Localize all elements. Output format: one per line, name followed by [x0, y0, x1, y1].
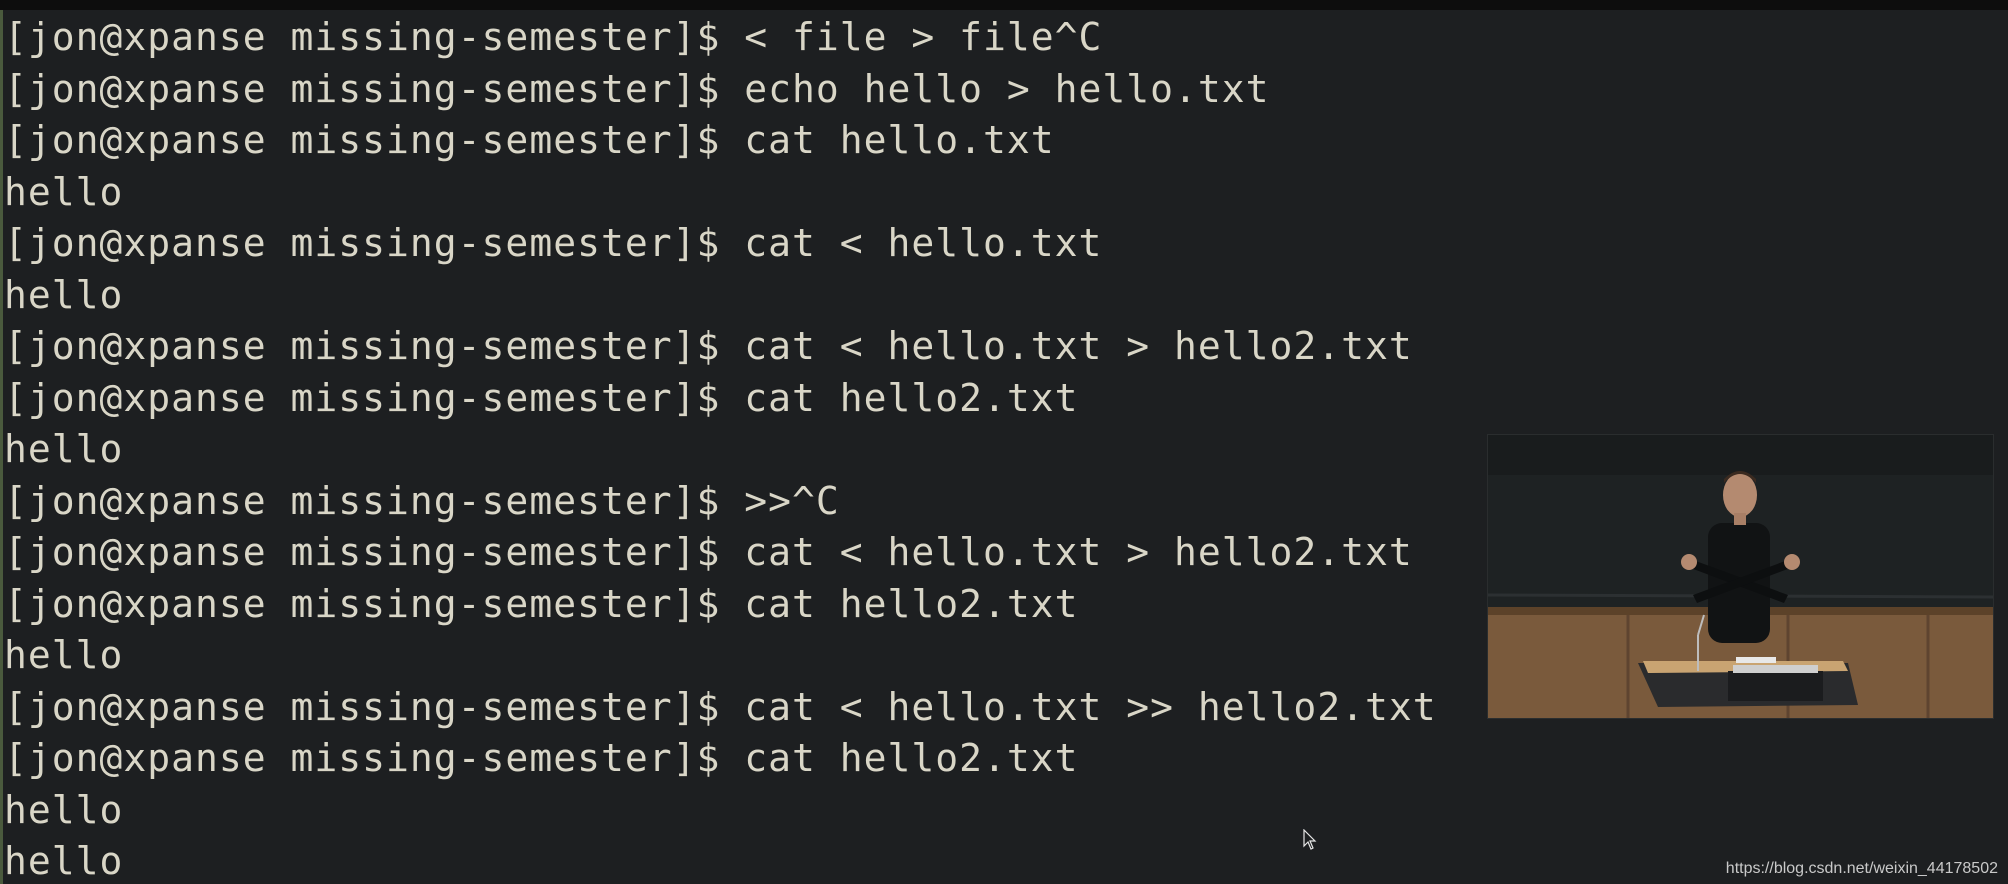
terminal-line: hello	[4, 272, 124, 317]
lecturer-video-overlay	[1487, 434, 1994, 719]
terminal-line: [jon@xpanse missing-semester]$ cat < hel…	[4, 324, 1413, 368]
terminal-line: [jon@xpanse missing-semester]$ cat < hel…	[4, 221, 1103, 265]
terminal-left-edge	[0, 10, 3, 884]
mouse-pointer-icon	[1303, 828, 1317, 855]
terminal-line: [jon@xpanse missing-semester]$ cat < hel…	[4, 684, 1437, 729]
lecture-hall-scene	[1488, 435, 1993, 718]
terminal-line: [jon@xpanse missing-semester]$ < file > …	[4, 15, 1103, 59]
terminal-line: hello	[4, 839, 124, 883]
source-watermark: https://blog.csdn.net/weixin_44178502	[1725, 860, 1998, 877]
terminal-line: hello	[4, 787, 124, 832]
window-top-bar	[0, 0, 2008, 10]
terminal-line: [jon@xpanse missing-semester]$ cat < hel…	[4, 530, 1413, 574]
terminal-line: hello	[4, 427, 124, 471]
terminal-line: hello	[4, 633, 124, 677]
terminal-line: [jon@xpanse missing-semester]$ echo hell…	[4, 66, 1270, 111]
terminal-line: [jon@xpanse missing-semester]$ cat hello…	[4, 118, 1055, 162]
terminal-line: [jon@xpanse missing-semester]$ cat hello…	[4, 581, 1079, 626]
terminal-line: hello	[4, 169, 124, 214]
terminal-line: [jon@xpanse missing-semester]$ cat hello…	[4, 736, 1079, 780]
terminal-line: [jon@xpanse missing-semester]$ >>^C	[4, 478, 840, 523]
terminal-output[interactable]: [jon@xpanse missing-semester]$ < file > …	[4, 12, 1474, 884]
terminal-line: [jon@xpanse missing-semester]$ cat hello…	[4, 375, 1079, 420]
